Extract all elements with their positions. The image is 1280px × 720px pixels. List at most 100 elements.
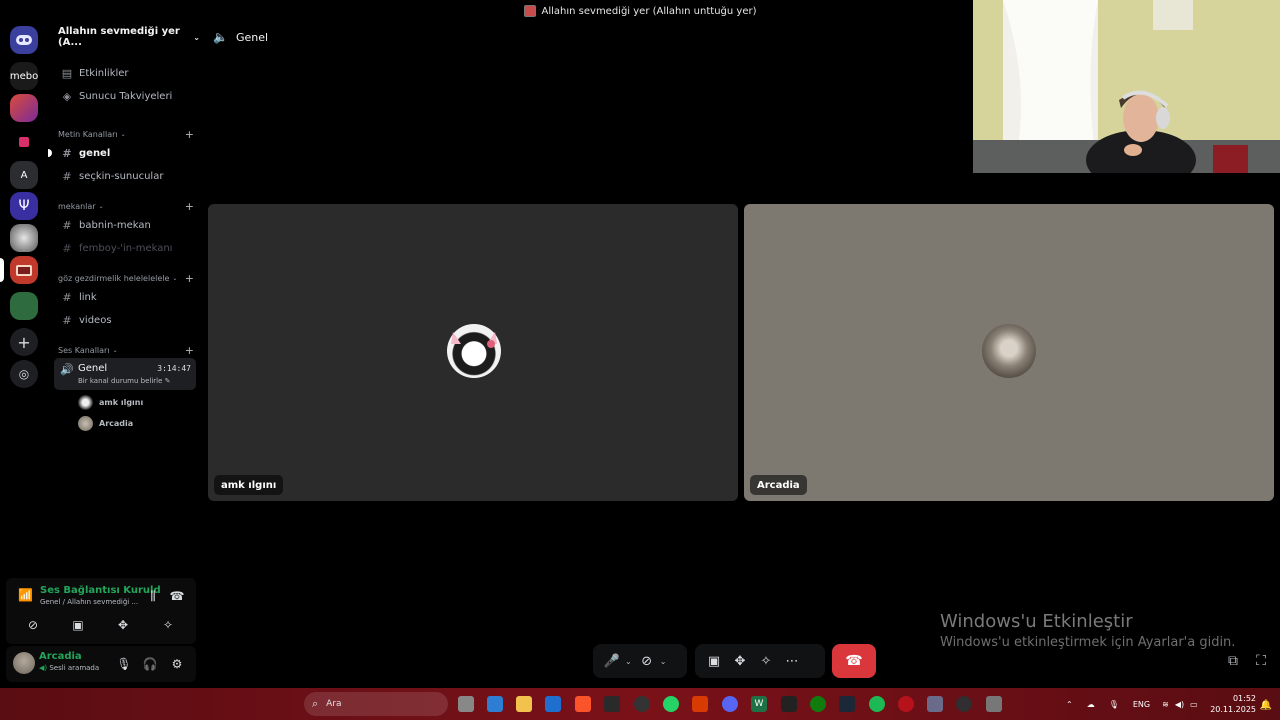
battery-icon[interactable]: ▭ — [1190, 700, 1198, 709]
avatar[interactable] — [13, 652, 35, 674]
channel-seckin-sunucular[interactable]: # seçkin-sunucular — [54, 166, 196, 186]
chevron-down-icon: ⌄ — [193, 32, 200, 42]
username[interactable]: Arcadia — [39, 651, 82, 662]
taskbar-clock[interactable]: 01:52 20.11.2025 — [1206, 693, 1256, 715]
disconnect-icon[interactable]: ☎ — [167, 586, 187, 606]
microphone-icon[interactable]: 🎤 — [601, 650, 623, 672]
activities-icon[interactable]: ✥ — [113, 615, 133, 635]
chevron-up-icon[interactable]: ⌃ — [1066, 700, 1073, 709]
server-a[interactable]: A — [10, 161, 38, 189]
avatar — [78, 394, 93, 410]
server-game-icon[interactable] — [10, 94, 38, 122]
server-tv-icon[interactable] — [10, 256, 38, 284]
windows-activation-watermark: Windows'u Etkinleştir Windows'u etkinleş… — [940, 611, 1236, 650]
screen-share-icon[interactable]: ▣ — [68, 615, 88, 635]
discord-icon[interactable] — [722, 696, 738, 712]
direct-messages-icon[interactable] — [10, 26, 38, 54]
category-mekanlar[interactable]: mekanlar ⌄ + — [58, 199, 194, 213]
voice-channel-path[interactable]: Genel / Allahın sevmediği ... — [40, 598, 138, 606]
wifi-icon[interactable]: ≋ — [1162, 700, 1169, 709]
participant-tile-amk[interactable]: amk ılgını — [208, 204, 738, 501]
category-voice-channels[interactable]: Ses Kanalları ⌄ + — [58, 343, 194, 357]
file-explorer-icon[interactable] — [516, 696, 532, 712]
settings-gear-icon[interactable]: ⚙ — [167, 654, 187, 674]
selected-server-pill — [0, 258, 4, 282]
unread-indicator — [48, 149, 52, 157]
activities-icon[interactable]: ✥ — [729, 650, 751, 672]
hash-icon: # — [62, 218, 72, 232]
participant-tile-arcadia[interactable]: Arcadia — [744, 204, 1274, 501]
app-icon[interactable] — [604, 696, 620, 712]
edge-icon[interactable] — [545, 696, 561, 712]
windows-taskbar: ⌕ Ara W ⌃ ☁ 🎙 ENG ≋ ◀) ▭ 01:52 20.11.202… — [0, 688, 1280, 720]
settings-gear-icon[interactable] — [986, 696, 1002, 712]
soundboard-icon[interactable]: ✧ — [755, 650, 777, 672]
onedrive-cloud-icon[interactable]: ☁ — [1087, 700, 1095, 709]
brave-icon[interactable] — [575, 696, 591, 712]
disconnect-call-button[interactable]: ☎ — [832, 644, 876, 678]
chevron-down-icon[interactable]: ⌄ — [625, 657, 632, 666]
participant-avatar — [982, 324, 1036, 378]
xbox-icon[interactable] — [810, 696, 826, 712]
voice-user-arcadia[interactable]: Arcadia — [78, 415, 133, 431]
channel-link[interactable]: # link — [54, 287, 196, 307]
camera-off-icon[interactable]: ⊘ — [636, 650, 658, 672]
popout-icon[interactable]: ⧉ — [1224, 652, 1242, 670]
epic-games-icon[interactable] — [781, 696, 797, 712]
microphone-icon[interactable]: 🎙 — [1109, 700, 1119, 709]
headphones-icon[interactable]: 🎧 — [140, 654, 160, 674]
whatsapp-icon[interactable] — [663, 696, 679, 712]
channel-genel[interactable]: # genel — [54, 143, 196, 163]
microphone-icon[interactable]: 🎙 — [114, 654, 134, 674]
channel-videos[interactable]: # videos — [54, 310, 196, 330]
guild-header[interactable]: Allahın sevmediği yer (A... ⌄ — [50, 22, 200, 52]
speedtest-icon[interactable] — [634, 696, 650, 712]
category-text-channels[interactable]: Metin Kanalları ⌄ + — [58, 127, 194, 141]
camera-off-icon[interactable]: ⊘ — [23, 615, 43, 635]
noise-suppression-icon[interactable]: ⫼ — [143, 586, 163, 606]
server-pink-icon[interactable] — [10, 128, 38, 156]
spotify-icon[interactable] — [869, 696, 885, 712]
steam-icon[interactable] — [839, 696, 855, 712]
volume-icon[interactable]: ◀) — [1175, 700, 1184, 709]
add-channel-icon[interactable]: + — [185, 272, 194, 285]
add-server-icon[interactable]: + — [10, 328, 38, 356]
webcam-overlay — [973, 0, 1280, 173]
taskbar-search[interactable]: ⌕ Ara — [304, 692, 448, 716]
add-channel-icon[interactable]: + — [185, 128, 194, 141]
add-channel-icon[interactable]: + — [185, 344, 194, 357]
sidebar-item-events[interactable]: ▤ Etkinlikler — [54, 63, 196, 83]
server-trident-icon[interactable]: Ψ — [10, 192, 38, 220]
soundboard-icon[interactable]: ✧ — [158, 615, 178, 635]
server-mebo[interactable]: mebo — [10, 62, 38, 90]
store-icon[interactable] — [692, 696, 708, 712]
channel-femboy-mekani[interactable]: # femboy-'in-mekanı — [54, 238, 196, 258]
notifications-bell-icon[interactable]: 🔔 — [1258, 697, 1274, 713]
discover-compass-icon[interactable]: ◎ — [10, 360, 38, 388]
windows-start-icon[interactable] — [278, 696, 294, 712]
voice-channel-genel[interactable]: 🔊 Genel 3:14:47 Bir kanal durumu belirle… — [54, 358, 196, 390]
guild-name: Allahın sevmediği yer (A... — [58, 26, 180, 48]
fullscreen-icon[interactable]: ⛶ — [1252, 652, 1270, 670]
server-folder-icon[interactable] — [10, 292, 38, 320]
more-options-icon[interactable]: ⋯ — [781, 650, 803, 672]
screen-share-icon[interactable]: ▣ — [703, 650, 725, 672]
server-cat-avatar-icon[interactable] — [10, 224, 38, 252]
mic-camera-controls: 🎤 ⌄ ⊘ ⌄ — [593, 644, 687, 678]
language-indicator[interactable]: ENG — [1133, 700, 1150, 709]
add-channel-icon[interactable]: + — [185, 200, 194, 213]
category-goz-gezdirmelik[interactable]: göz gezdirmelik helelelelele ⌄ + — [58, 271, 194, 285]
sidebar-item-boosts[interactable]: ◈ Sunucu Takviyeleri — [54, 86, 196, 106]
boost-gem-icon: ◈ — [62, 89, 72, 103]
pencil-icon: ✎ — [164, 377, 171, 385]
set-channel-status[interactable]: Bir kanal durumu belirle ✎ — [78, 377, 171, 385]
opera-gx-icon[interactable] — [898, 696, 914, 712]
voice-user-amk[interactable]: amk ılgını — [78, 394, 143, 410]
word-icon[interactable]: W — [751, 696, 767, 712]
chevron-down-icon[interactable]: ⌄ — [660, 657, 667, 666]
widgets-icon[interactable] — [487, 696, 503, 712]
task-view-icon[interactable] — [458, 696, 474, 712]
app-icon[interactable] — [927, 696, 943, 712]
obs-icon[interactable] — [956, 696, 972, 712]
channel-babnin-mekan[interactable]: # babnin-mekan — [54, 215, 196, 235]
